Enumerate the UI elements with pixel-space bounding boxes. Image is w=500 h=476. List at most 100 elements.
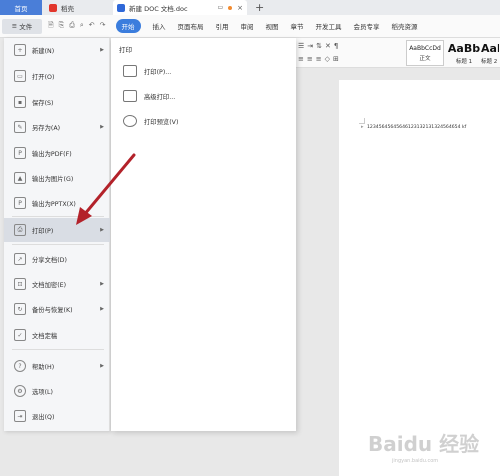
submenu-print-preview-label: 打印预览(V) bbox=[144, 118, 179, 126]
chevron-right-icon: ▶ bbox=[100, 281, 104, 287]
file-menu-export-image-label: 输出为图片(G) bbox=[32, 175, 74, 183]
tab-insert[interactable]: 插入 bbox=[153, 21, 166, 31]
submenu-advanced-print[interactable]: 高级打印... bbox=[123, 90, 175, 102]
close-tab-icon[interactable]: × bbox=[237, 4, 243, 12]
file-menu-print[interactable]: ⎙ 打印(P) ▶ bbox=[4, 218, 110, 242]
watermark-url: jingyan.baidu.com bbox=[392, 458, 439, 464]
tab-home[interactable]: 首页 bbox=[0, 0, 42, 15]
document-page[interactable]: ▸ 12345645645646123132131324564654 kf bbox=[339, 80, 500, 476]
divider bbox=[12, 349, 104, 350]
file-menu-new-label: 新建(N) bbox=[32, 47, 55, 55]
tab-document[interactable]: 新建 DOC 文档.doc ▭ × bbox=[113, 0, 247, 15]
save-icon[interactable]: 🗎 bbox=[48, 21, 54, 32]
share-icon: ↗ bbox=[14, 253, 26, 265]
style-normal[interactable]: AaBbCcDd 正文 bbox=[406, 40, 444, 66]
file-menu-new[interactable]: + 新建(N) ▶ bbox=[4, 38, 110, 62]
help-icon: ? bbox=[14, 360, 26, 372]
print-preview-icon bbox=[123, 115, 137, 127]
file-menu-export-pdf-label: 输出为PDF(F) bbox=[32, 150, 72, 158]
sort-icon[interactable]: ⇅ bbox=[316, 42, 322, 50]
paragraph-icon[interactable]: ¶ bbox=[334, 42, 338, 50]
tab-page-layout[interactable]: 页面布局 bbox=[178, 21, 204, 31]
document-area: ▸ 12345645645646123132131324564654 kf bbox=[296, 68, 500, 476]
indent-icon[interactable]: ⇥ bbox=[307, 42, 313, 50]
align-center-icon[interactable]: ≡ bbox=[307, 55, 313, 63]
file-menu-share[interactable]: ↗ 分享文档(D) bbox=[4, 247, 110, 271]
submenu-title: 打印 bbox=[119, 46, 132, 54]
file-menu-save-label: 保存(S) bbox=[32, 99, 54, 107]
file-menu-export-image[interactable]: ▲ 输出为图片(G) bbox=[4, 166, 110, 190]
file-menu-button[interactable]: ≡ 文件 bbox=[2, 18, 42, 34]
file-menu-save[interactable]: ▪ 保存(S) bbox=[4, 90, 110, 114]
file-menu-exit-label: 退出(Q) bbox=[32, 413, 55, 421]
quick-access-toolbar: 🗎 ⎘ ⎙ ⌕ ↶ ↷ bbox=[48, 21, 106, 32]
file-menu-finalize[interactable]: ✓ 文档定稿 bbox=[4, 323, 110, 347]
ribbon-row-1: ☰ ⇥ ⇅ ✕ ¶ bbox=[298, 42, 338, 50]
print-icon[interactable]: ⎙ bbox=[69, 21, 75, 32]
tab-references[interactable]: 引用 bbox=[216, 21, 229, 31]
style-normal-sample: AaBbCcDd bbox=[409, 44, 441, 52]
file-menu-help[interactable]: ? 帮助(H) ▶ bbox=[4, 354, 110, 378]
clear-format-icon[interactable]: ✕ bbox=[325, 42, 331, 50]
tab-developer[interactable]: 开发工具 bbox=[316, 21, 342, 31]
redo-icon[interactable]: ↷ bbox=[100, 21, 106, 32]
pptx-icon: P bbox=[14, 197, 26, 209]
preview-icon[interactable]: ⌕ bbox=[80, 21, 84, 32]
style-heading-1-label: 标题 1 bbox=[455, 58, 473, 65]
tab-review[interactable]: 审阅 bbox=[241, 21, 254, 31]
hamburger-icon: ≡ bbox=[11, 22, 18, 30]
tab-chapter[interactable]: 章节 bbox=[291, 21, 304, 31]
pdf-icon: P bbox=[14, 147, 26, 159]
ribbon: ☰ ⇥ ⇅ ✕ ¶ ≡ ≡ ≡ ◇ ⊞ AaBbCcDd 正文 AaBb 标题 … bbox=[296, 38, 500, 68]
finalize-icon: ✓ bbox=[14, 329, 26, 341]
chevron-right-icon: ▶ bbox=[100, 306, 104, 312]
printer-icon bbox=[123, 65, 137, 77]
file-menu-options-label: 选项(L) bbox=[32, 388, 54, 396]
document-text: 12345645645646123132131324564654 kf bbox=[367, 125, 467, 130]
align-left-icon[interactable]: ≡ bbox=[298, 55, 304, 63]
undo-icon[interactable]: ↶ bbox=[89, 21, 95, 32]
tab-shell[interactable]: 稻壳 bbox=[45, 0, 109, 15]
tab-resources[interactable]: 稻壳资源 bbox=[392, 21, 418, 31]
file-menu-backup[interactable]: ↻ 备份与恢复(K) ▶ bbox=[4, 297, 110, 321]
style-heading-2-label: 标题 2 bbox=[481, 58, 498, 65]
chevron-right-icon: ▶ bbox=[100, 124, 104, 130]
file-menu: + 新建(N) ▶ ▭ 打开(O) ▪ 保存(S) ✎ 另存为(A) ▶ P 输… bbox=[4, 38, 110, 431]
tab-start[interactable]: 开始 bbox=[115, 19, 141, 33]
file-menu-save-as[interactable]: ✎ 另存为(A) ▶ bbox=[4, 115, 110, 139]
monitor-icon[interactable]: ▭ bbox=[217, 4, 223, 11]
tab-bar: 首页 稻壳 新建 DOC 文档.doc ▭ × + bbox=[0, 0, 500, 15]
file-menu-open[interactable]: ▭ 打开(O) bbox=[4, 64, 110, 88]
new-tab-icon[interactable]: + bbox=[255, 1, 264, 14]
file-menu-open-label: 打开(O) bbox=[32, 73, 55, 81]
file-menu-share-label: 分享文档(D) bbox=[32, 256, 67, 264]
tab-shell-label: 稻壳 bbox=[61, 4, 74, 13]
tab-member[interactable]: 会员专享 bbox=[354, 21, 380, 31]
list-icon[interactable]: ☰ bbox=[298, 42, 304, 50]
align-right-icon[interactable]: ≡ bbox=[316, 55, 322, 63]
style-heading-2[interactable]: AaB 标题 2 bbox=[480, 40, 500, 66]
unsaved-dot-icon bbox=[228, 5, 233, 10]
tab-document-label: 新建 DOC 文档.doc bbox=[129, 4, 188, 13]
style-heading-1[interactable]: AaBb 标题 1 bbox=[445, 40, 483, 66]
tab-view[interactable]: 视图 bbox=[266, 21, 279, 31]
file-menu-options[interactable]: ⚙ 选项(L) bbox=[4, 379, 110, 403]
file-menu-print-label: 打印(P) bbox=[32, 227, 54, 235]
file-menu-encrypt[interactable]: ⊡ 文档加密(E) ▶ bbox=[4, 272, 110, 296]
border-icon[interactable]: ⊞ bbox=[333, 55, 339, 63]
file-menu-export-pdf[interactable]: P 输出为PDF(F) bbox=[4, 141, 110, 165]
submenu-print[interactable]: 打印(P)... bbox=[123, 65, 171, 77]
printer-icon: ⎙ bbox=[14, 224, 26, 236]
backup-icon: ↻ bbox=[14, 303, 26, 315]
file-menu-label: 文件 bbox=[19, 23, 33, 31]
file-menu-finalize-label: 文档定稿 bbox=[32, 332, 58, 340]
watermark: Baidu 经验 bbox=[368, 432, 480, 456]
shading-icon[interactable]: ◇ bbox=[325, 55, 330, 63]
file-menu-export-pptx[interactable]: P 输出为PPTX(X) bbox=[4, 191, 110, 215]
chevron-right-icon: ▶ bbox=[100, 363, 104, 369]
file-menu-exit[interactable]: ⇥ 退出(Q) bbox=[4, 404, 110, 428]
writer-logo-icon bbox=[117, 3, 125, 12]
new-doc-icon: + bbox=[14, 44, 26, 56]
export-icon[interactable]: ⎘ bbox=[59, 21, 65, 32]
submenu-print-preview[interactable]: 打印预览(V) bbox=[123, 115, 178, 127]
